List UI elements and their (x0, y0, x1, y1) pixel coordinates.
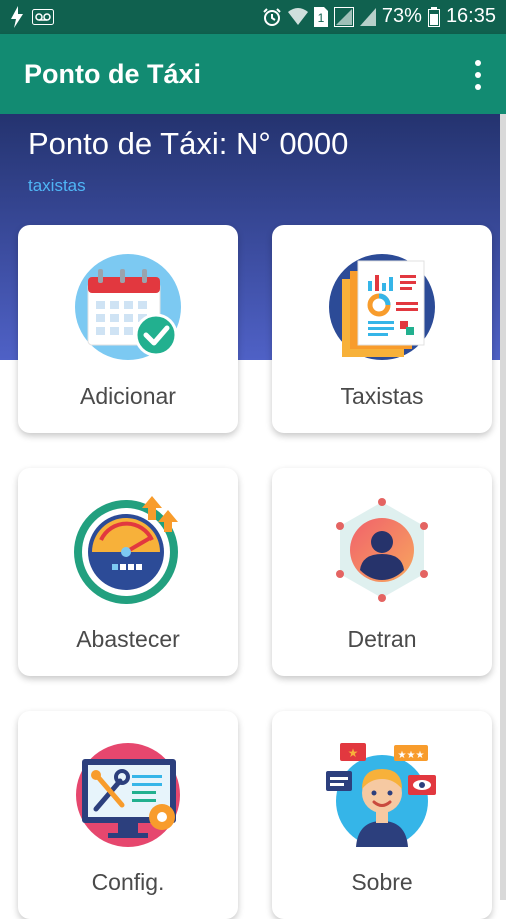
svg-text:★★★: ★★★ (398, 750, 425, 761)
wifi-icon (287, 7, 308, 25)
status-time: 16:35 (445, 5, 496, 27)
report-document-icon (329, 254, 435, 360)
card-taxistas[interactable]: Taxistas (272, 225, 492, 433)
card-label: Abastecer (76, 626, 180, 652)
alarm-icon (263, 7, 281, 26)
page-subtitle: taxistas (28, 176, 86, 195)
calendar-check-icon (75, 254, 181, 360)
scrollbar[interactable] (500, 114, 506, 900)
card-adicionar[interactable]: Adicionar (18, 225, 238, 433)
card-label: Adicionar (80, 383, 176, 409)
card-label: Detran (347, 626, 417, 652)
card-detran[interactable]: Detran (272, 468, 492, 676)
page-title: Ponto de Táxi: N° 0000 (28, 126, 349, 161)
monitor-settings-icon (76, 743, 180, 847)
battery-percent: 73% (381, 5, 422, 27)
card-label: Taxistas (340, 383, 424, 409)
signal-icon (333, 6, 354, 27)
status-bar: 1 73% 16:35 (0, 0, 506, 34)
app-title: Ponto de Táxi (24, 59, 202, 89)
card-sobre[interactable]: ★ ★★★ Sobre (272, 711, 492, 919)
signal-2-icon (359, 7, 376, 26)
sim-1-icon: 1 (313, 6, 328, 27)
svg-text:★: ★ (348, 746, 359, 760)
card-abastecer[interactable]: Abastecer (18, 468, 238, 676)
svg-text:1: 1 (318, 11, 325, 25)
app-bar: Ponto de Táxi (0, 34, 506, 114)
battery-icon (427, 6, 440, 27)
voicemail-icon (32, 9, 54, 25)
card-config[interactable]: Config. (18, 711, 238, 919)
flash-icon (11, 6, 23, 28)
card-label: Config. (91, 869, 165, 895)
user-profile-icon (336, 498, 428, 602)
card-label: Sobre (351, 869, 413, 895)
more-vertical-icon[interactable] (468, 60, 488, 90)
fuel-gauge-icon (74, 496, 178, 604)
person-feedback-icon: ★ ★★★ (326, 743, 436, 847)
